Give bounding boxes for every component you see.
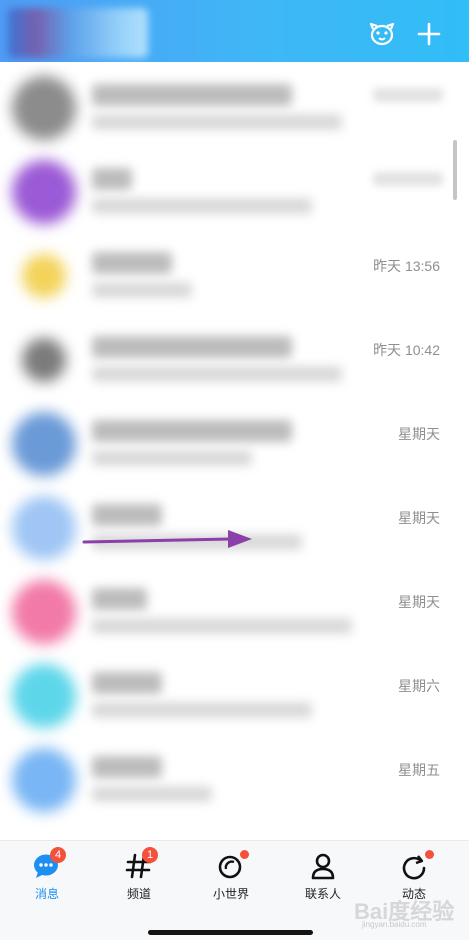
- message-preview: [92, 702, 312, 718]
- tab-small-world[interactable]: 小世界: [195, 850, 267, 907]
- tab-channels[interactable]: 1 频道: [103, 847, 175, 907]
- tab-contacts[interactable]: 联系人: [287, 851, 359, 907]
- profile-avatar[interactable]: [8, 8, 148, 58]
- scrollbar[interactable]: [453, 140, 457, 200]
- person-icon: [311, 853, 335, 880]
- plus-icon[interactable]: [415, 20, 443, 48]
- avatar: [12, 748, 76, 812]
- contact-name: [92, 672, 162, 694]
- message-time: 星期六: [398, 678, 440, 694]
- avatar: [12, 580, 76, 644]
- contact-name: [92, 756, 162, 778]
- contact-name: [92, 168, 132, 190]
- contact-name: [92, 420, 292, 442]
- avatar: [12, 76, 76, 140]
- message-preview: [92, 282, 192, 298]
- avatar: [12, 160, 76, 224]
- message-preview: [92, 786, 212, 802]
- avatar: [12, 496, 76, 560]
- contact-name: [92, 252, 172, 274]
- message-time: 昨天 13:56: [373, 258, 440, 274]
- contact-name: [92, 504, 162, 526]
- tab-label: 频道: [126, 887, 151, 901]
- tab-label: 小世界: [212, 887, 249, 901]
- mascot-icon[interactable]: [368, 20, 396, 48]
- watermark: Bai度经验 jingyan.baidu.com: [354, 894, 464, 934]
- message-preview: [92, 366, 342, 382]
- message-time: 昨天 10:42: [373, 342, 440, 358]
- message-time: 星期天: [398, 594, 440, 610]
- tab-messages[interactable]: 4 消息: [11, 847, 83, 907]
- message-preview: [92, 198, 312, 214]
- message-preview: [92, 114, 342, 130]
- list-item[interactable]: 星期五: [0, 736, 469, 820]
- avatar: [12, 664, 76, 728]
- home-indicator[interactable]: [148, 930, 313, 935]
- message-time: [373, 172, 443, 186]
- tab-label: 联系人: [304, 887, 341, 901]
- message-time: 星期天: [398, 426, 440, 442]
- list-item[interactable]: 星期六: [0, 652, 469, 736]
- top-header: [0, 0, 469, 62]
- list-item[interactable]: [0, 148, 469, 232]
- list-item[interactable]: 星期天: [0, 400, 469, 484]
- message-preview: [92, 618, 352, 634]
- message-time: 星期五: [398, 762, 440, 778]
- list-item[interactable]: 星期天: [0, 568, 469, 652]
- notification-dot: [240, 850, 249, 859]
- unread-badge: 4: [50, 847, 66, 863]
- contact-name: [92, 336, 292, 358]
- message-list[interactable]: 昨天 13:56 昨天 10:42 星期天 星期天 星期天 星期六 星期五: [0, 62, 469, 840]
- notification-dot: [425, 850, 434, 859]
- message-time: [373, 88, 443, 102]
- watermark-subtext: jingyan.baidu.com: [362, 920, 427, 929]
- annotation-arrow: [82, 530, 252, 548]
- avatar: [22, 254, 66, 298]
- list-item[interactable]: 昨天 13:56: [0, 232, 469, 316]
- list-item[interactable]: [0, 64, 469, 148]
- list-item[interactable]: 昨天 10:42: [0, 316, 469, 400]
- tab-label: 消息: [34, 887, 59, 901]
- contact-name: [92, 588, 147, 610]
- avatar: [22, 338, 66, 382]
- unread-badge: 1: [142, 847, 158, 863]
- message-time: 星期天: [398, 510, 440, 526]
- message-preview: [92, 450, 252, 466]
- contact-name: [92, 84, 292, 106]
- avatar: [12, 412, 76, 476]
